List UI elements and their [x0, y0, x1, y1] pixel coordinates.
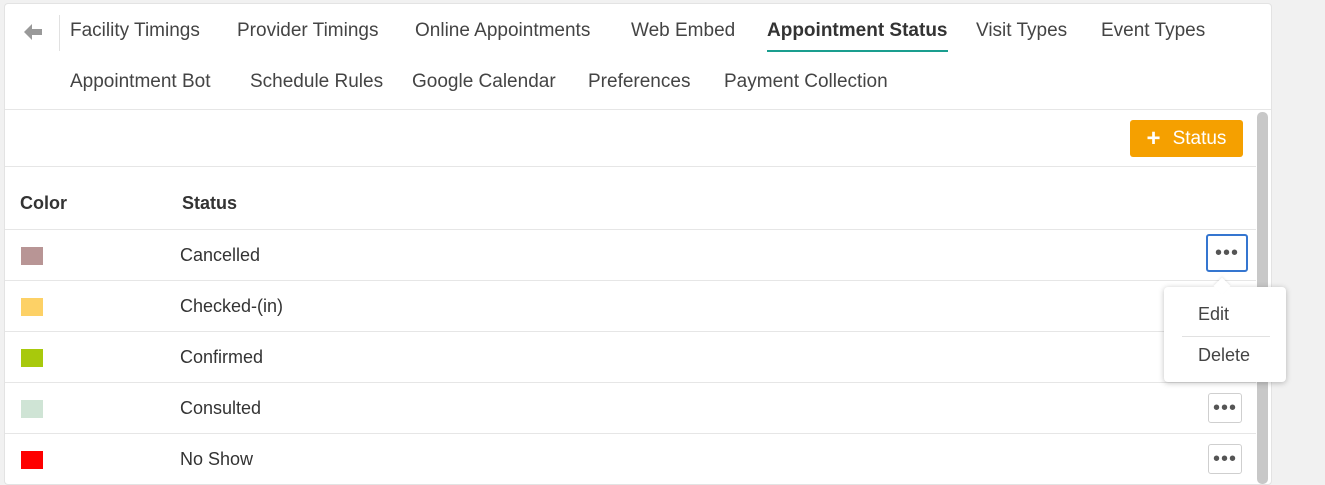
settings-panel: Facility Timings Provider Timings Online…	[4, 3, 1272, 485]
more-horizontal-icon: •••	[1212, 396, 1237, 419]
add-status-label: Status	[1172, 127, 1227, 149]
tab-payment-collection[interactable]: Payment Collection	[724, 71, 888, 101]
tab-online-appointments[interactable]: Online Appointments	[415, 20, 590, 50]
status-name: No Show	[180, 449, 254, 469]
status-name: Checked-(in)	[180, 296, 284, 316]
row-actions-button[interactable]: •••	[1206, 234, 1248, 272]
add-status-button[interactable]: + Status	[1130, 120, 1243, 157]
nav-divider	[5, 109, 1271, 110]
tab-preferences[interactable]: Preferences	[588, 71, 690, 101]
tab-appointment-status[interactable]: Appointment Status	[767, 20, 948, 52]
back-arrow-icon[interactable]	[22, 22, 44, 42]
column-header-status: Status	[182, 193, 238, 213]
menu-separator	[1182, 336, 1270, 337]
tab-google-calendar[interactable]: Google Calendar	[412, 71, 556, 101]
tab-facility-timings[interactable]: Facility Timings	[70, 20, 200, 50]
tab-provider-timings[interactable]: Provider Timings	[237, 20, 379, 50]
more-horizontal-icon: •••	[1212, 447, 1237, 470]
tab-visit-types[interactable]: Visit Types	[976, 20, 1067, 50]
color-swatch	[21, 400, 43, 418]
color-swatch	[21, 451, 43, 469]
nav-separator	[59, 15, 60, 51]
row-divider	[5, 433, 1256, 434]
tab-event-types[interactable]: Event Types	[1101, 20, 1205, 50]
status-name: Confirmed	[180, 347, 264, 367]
menu-item-delete[interactable]: Delete	[1198, 345, 1250, 366]
more-horizontal-icon: •••	[1214, 241, 1239, 264]
color-swatch	[21, 349, 43, 367]
row-actions-menu: Edit Delete	[1164, 277, 1286, 382]
toolbar-divider	[5, 166, 1256, 167]
column-header-color: Color	[20, 193, 67, 213]
tab-schedule-rules[interactable]: Schedule Rules	[250, 71, 383, 101]
row-divider	[5, 280, 1256, 281]
tab-appointment-bot[interactable]: Appointment Bot	[70, 71, 210, 101]
color-swatch	[21, 298, 43, 316]
status-name: Consulted	[180, 398, 262, 418]
menu-item-edit[interactable]: Edit	[1198, 304, 1229, 325]
row-actions-button[interactable]: •••	[1208, 393, 1242, 423]
row-divider	[5, 331, 1256, 332]
header-divider	[5, 229, 1256, 230]
plus-icon: +	[1146, 124, 1161, 152]
status-name: Cancelled	[180, 245, 261, 265]
color-swatch	[21, 247, 43, 265]
row-divider	[5, 382, 1256, 383]
row-actions-button[interactable]: •••	[1208, 444, 1242, 474]
tab-web-embed[interactable]: Web Embed	[631, 20, 735, 50]
